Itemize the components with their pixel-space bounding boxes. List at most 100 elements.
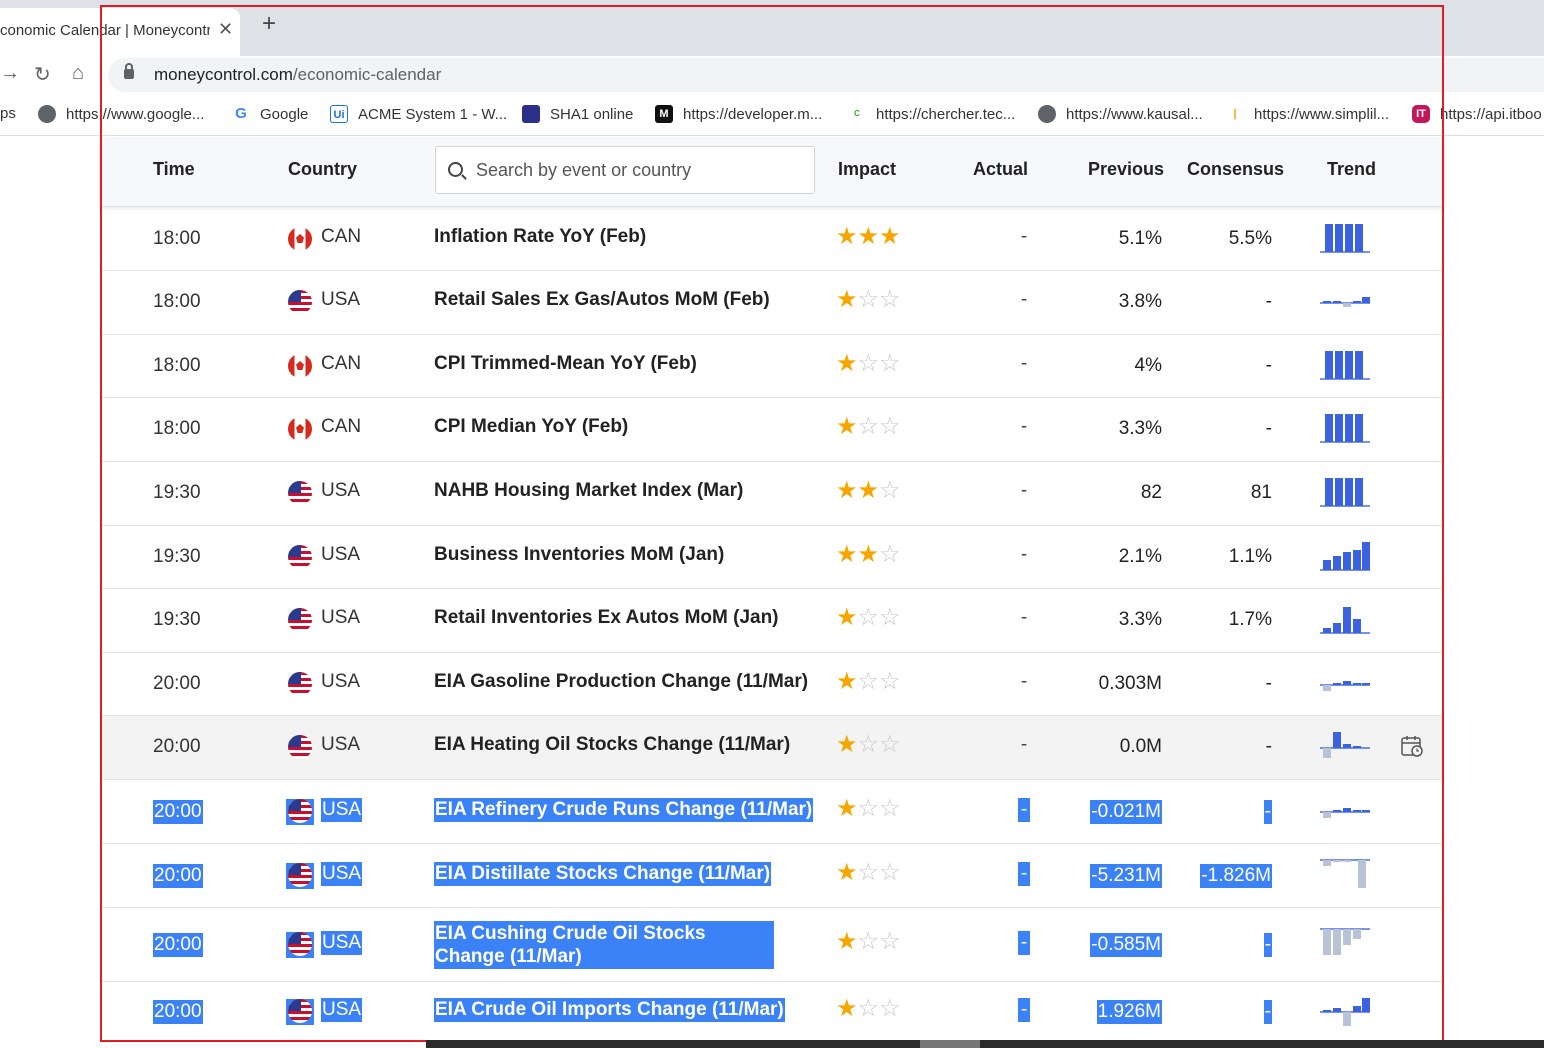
table-row[interactable]: 19:30 USA Business Inventories MoM (Jan)… — [100, 526, 1444, 589]
star-icon: ★ — [836, 477, 858, 504]
url-input[interactable]: moneycontrol.com/economic-calendar — [108, 58, 1544, 92]
trend-bar — [1333, 929, 1341, 955]
close-tab-icon[interactable]: ✕ — [218, 19, 233, 40]
event-name[interactable]: NAHB Housing Market Index (Mar) — [434, 480, 743, 502]
event-name[interactable]: EIA Crude Oil Imports Change (11/Mar) — [434, 998, 785, 1022]
event-name[interactable]: Business Inventories MoM (Jan) — [434, 544, 724, 566]
event-name[interactable]: Inflation Rate YoY (Feb) — [434, 226, 646, 248]
bookmark-itbook[interactable]: IT https://api.itboo — [1412, 105, 1542, 123]
tab-title: conomic Calendar | Moneycontr — [0, 22, 210, 39]
trend-bar — [1323, 301, 1331, 303]
table-row[interactable]: 20:00 USA EIA Cushing Crude Oil Stocks C… — [100, 908, 1444, 982]
scrollbar-thumb[interactable] — [920, 1040, 980, 1048]
bookmark-google-search[interactable]: https://www.google... — [38, 105, 204, 123]
consensus-value: - — [1265, 736, 1272, 757]
trend-bar — [1325, 224, 1333, 252]
event-time: 18:00 — [153, 291, 201, 312]
economic-calendar-page: Time Country Impact Actual Previous Cons… — [0, 137, 1544, 1048]
actual-value: - — [1020, 226, 1028, 247]
table-row[interactable]: 18:00 CAN CPI Trimmed-Mean YoY (Feb) ★☆☆… — [100, 335, 1444, 398]
table-row[interactable]: 19:30 USA NAHB Housing Market Index (Mar… — [100, 462, 1444, 526]
table-row[interactable]: 20:00 USA EIA Refinery Crude Runs Change… — [100, 780, 1444, 844]
event-name[interactable]: CPI Median YoY (Feb) — [434, 416, 628, 438]
country-code: CAN — [321, 353, 362, 374]
header-consensus[interactable]: Consensus — [1187, 159, 1284, 180]
actual-value: - — [1020, 289, 1028, 310]
star-icon: ★ — [836, 795, 858, 822]
event-name[interactable]: Retail Sales Ex Gas/Autos MoM (Feb) — [434, 289, 770, 311]
horizontal-scrollbar[interactable] — [426, 1040, 1544, 1048]
trend-sparkline — [1320, 681, 1370, 691]
trend-sparkline — [1320, 478, 1370, 507]
actual-value: - — [1020, 416, 1028, 437]
impact-stars: ★★☆ — [836, 543, 901, 567]
table-row[interactable]: 20:00 USA EIA Gasoline Production Change… — [100, 653, 1444, 716]
bookmark-simplilearn[interactable]: | https://www.simplil... — [1226, 105, 1389, 123]
star-icon: ★ — [836, 995, 858, 1022]
browser-tab[interactable]: conomic Calendar | Moneycontr ✕ — [0, 8, 240, 56]
trend-sparkline — [1320, 928, 1370, 955]
bookmark-kausal[interactable]: https://www.kausal... — [1038, 105, 1203, 123]
reload-icon[interactable]: ↻ — [34, 62, 51, 87]
event-name[interactable]: EIA Distillate Stocks Change (11/Mar) — [434, 862, 772, 886]
event-name[interactable]: EIA Cushing Crude Oil Stocks Change (11/… — [434, 921, 774, 969]
header-country[interactable]: Country — [288, 159, 357, 180]
impact-stars: ★☆☆ — [836, 288, 901, 312]
event-name[interactable]: Retail Inventories Ex Autos MoM (Jan) — [434, 607, 779, 629]
trend-bar — [1353, 550, 1361, 570]
bookmark-chercher[interactable]: Chttps://chercher.tec... — [848, 105, 1015, 123]
table-row[interactable]: 18:00 CAN Inflation Rate YoY (Feb) ★★★ -… — [100, 208, 1444, 271]
event-time: 19:30 — [153, 609, 201, 630]
header-impact[interactable]: Impact — [838, 159, 896, 180]
star-icon: ★ — [836, 604, 858, 631]
add-to-calendar-icon[interactable] — [1400, 734, 1424, 758]
bookmark-apps[interactable]: ps — [0, 105, 16, 122]
header-actual[interactable]: Actual — [973, 159, 1028, 180]
table-row[interactable]: 20:00 USA EIA Distillate Stocks Change (… — [100, 844, 1444, 908]
header-previous[interactable]: Previous — [1088, 159, 1164, 180]
table-row[interactable]: 18:00 CAN CPI Median YoY (Feb) ★☆☆ - 3.3… — [100, 398, 1444, 462]
header-trend[interactable]: Trend — [1327, 159, 1376, 180]
impact-stars: ★☆☆ — [836, 415, 901, 439]
consensus-value: 1.1% — [1228, 546, 1272, 567]
header-time[interactable]: Time — [153, 159, 195, 180]
event-name[interactable]: EIA Gasoline Production Change (11/Mar) — [434, 671, 808, 693]
search-input[interactable] — [476, 157, 806, 183]
table-row[interactable]: 20:00 USA EIA Crude Oil Imports Change (… — [100, 982, 1444, 1042]
event-name[interactable]: EIA Refinery Crude Runs Change (11/Mar) — [434, 798, 814, 822]
consensus-value: - — [1263, 1000, 1272, 1024]
table-row[interactable]: 18:00 USA Retail Sales Ex Gas/Autos MoM … — [100, 271, 1444, 335]
actual-value: - — [1018, 998, 1030, 1022]
table-row[interactable]: 19:30 USA Retail Inventories Ex Autos Mo… — [100, 589, 1444, 653]
country-code: USA — [321, 671, 361, 692]
trend-bar — [1333, 301, 1341, 303]
star-icon: ★ — [836, 668, 858, 695]
country-code: USA — [321, 998, 363, 1022]
event-time: 18:00 — [153, 228, 201, 249]
impact-stars: ★☆☆ — [836, 797, 901, 821]
bookmark-google[interactable]: G Google — [232, 105, 308, 123]
bookmark-acme[interactable]: Ui ACME System 1 - W... — [330, 105, 507, 123]
search-box[interactable] — [435, 146, 815, 194]
trend-sparkline — [1320, 998, 1370, 1026]
bookmark-sha1[interactable]: SHA1 online — [522, 105, 633, 123]
impact-stars: ★☆☆ — [836, 997, 901, 1021]
event-name[interactable]: EIA Heating Oil Stocks Change (11/Mar) — [434, 734, 790, 756]
trend-bar — [1343, 552, 1351, 570]
address-bar-row: → ↻ ⌂ moneycontrol.com/economic-calendar — [0, 56, 1544, 96]
trend-bar — [1333, 860, 1341, 862]
forward-icon[interactable]: → — [0, 62, 20, 85]
trend-bar — [1343, 1012, 1351, 1026]
bookmark-developer[interactable]: Mhttps://developer.m... — [655, 105, 822, 123]
previous-value: -0.585M — [1090, 933, 1162, 957]
lock-icon[interactable] — [124, 63, 134, 79]
table-row[interactable]: 20:00 USA EIA Heating Oil Stocks Change … — [100, 716, 1444, 780]
event-name[interactable]: CPI Trimmed-Mean YoY (Feb) — [434, 353, 697, 375]
event-time: 20:00 — [153, 736, 201, 757]
consensus-value: - — [1265, 418, 1272, 439]
can-flag-icon — [288, 354, 312, 378]
new-tab-button[interactable]: + — [262, 12, 276, 36]
star-icon: ☆ — [879, 668, 901, 695]
home-icon[interactable]: ⌂ — [72, 62, 84, 85]
country-code: USA — [321, 544, 361, 565]
